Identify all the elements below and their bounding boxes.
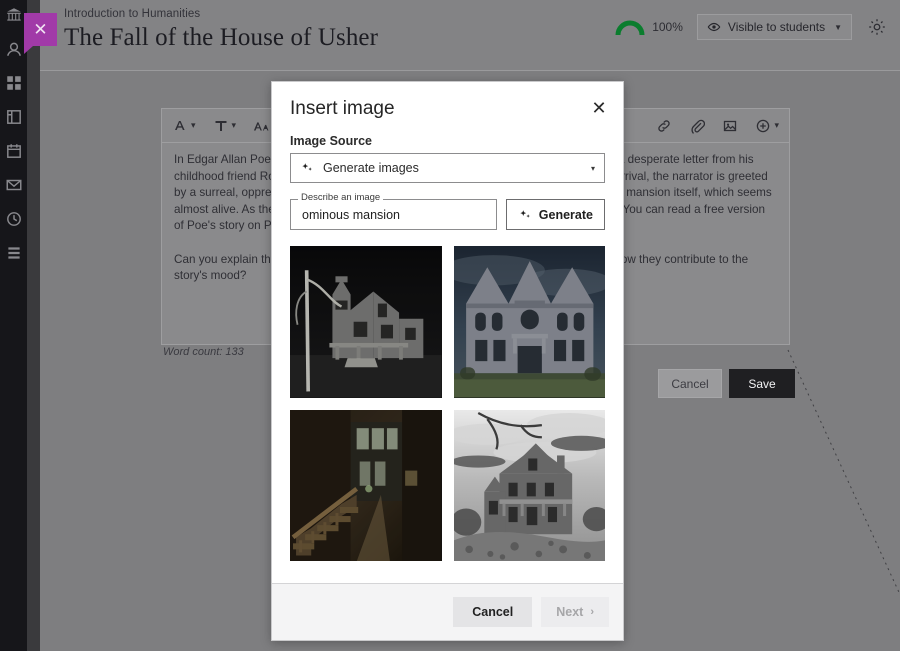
course-nav-strip	[27, 0, 40, 651]
chevron-down-icon: ▼	[834, 22, 842, 32]
global-nav-rail[interactable]	[0, 0, 27, 651]
prompt-row: Describe an image Generate	[290, 193, 605, 230]
screen: Introduction to Humanities The Fall of t…	[0, 0, 900, 651]
close-bubble-button[interactable]: ✕	[24, 13, 57, 54]
breadcrumb[interactable]: Introduction to Humanities	[64, 8, 200, 20]
add-content-icon[interactable]: ▾	[755, 118, 779, 134]
chevron-down-icon: ▾	[774, 120, 779, 130]
eye-icon	[707, 22, 721, 32]
generated-image-0[interactable]	[290, 246, 442, 398]
chevron-down-icon: ▾	[231, 120, 237, 130]
courses-icon[interactable]	[5, 108, 23, 126]
text-format-icon[interactable]: ▾	[213, 118, 237, 134]
image-source-select[interactable]: Generate images ▾	[290, 153, 605, 183]
chevron-right-icon: ›	[590, 606, 594, 618]
image-source-value: Generate images	[323, 161, 419, 175]
attachment-icon[interactable]	[689, 118, 706, 134]
header-actions: 100% Visible to students ▼	[615, 14, 888, 40]
institution-icon[interactable]	[5, 6, 23, 24]
gear-icon[interactable]	[866, 16, 888, 38]
dashboard-icon[interactable]	[5, 74, 23, 92]
page-cancel-button[interactable]: Cancel	[658, 369, 722, 398]
describe-image-input[interactable]	[300, 206, 487, 223]
next-label: Next	[556, 605, 584, 619]
dialog-next-button[interactable]: Next ›	[541, 597, 609, 627]
dialog-title: Insert image	[290, 98, 395, 119]
dialog-body: Image Source Generate images ▾ Describe …	[272, 120, 623, 583]
profile-icon[interactable]	[5, 40, 23, 58]
visibility-label: Visible to students	[727, 20, 826, 34]
describe-image-label: Describe an image	[298, 193, 384, 203]
close-icon: ✕	[33, 20, 48, 39]
inbox-icon[interactable]	[5, 176, 23, 194]
page-header: Introduction to Humanities The Fall of t…	[40, 0, 900, 71]
text-style-icon[interactable]: ▾	[172, 118, 196, 134]
calendar-icon[interactable]	[5, 142, 23, 160]
close-icon[interactable]: ✕	[587, 96, 611, 120]
font-size-icon[interactable]	[253, 118, 271, 134]
page-title: The Fall of the House of Usher	[64, 24, 379, 51]
generated-images-grid	[290, 246, 605, 561]
generate-label: Generate	[538, 207, 593, 222]
progress-arc-icon	[615, 20, 645, 36]
chevron-down-icon: ▾	[191, 120, 196, 130]
describe-image-field[interactable]: Describe an image	[290, 193, 497, 230]
image-source-label: Image Source	[290, 134, 372, 148]
sparkle-icon	[518, 208, 532, 222]
visibility-dropdown[interactable]: Visible to students ▼	[696, 14, 852, 40]
help-icon[interactable]	[5, 244, 23, 262]
dialog-footer: Cancel Next ›	[272, 583, 623, 640]
link-icon[interactable]	[656, 118, 672, 134]
dialog-header: Insert image ✕	[272, 82, 623, 120]
image-icon[interactable]	[722, 118, 738, 134]
generated-image-2[interactable]	[290, 409, 442, 561]
sparkle-icon	[300, 161, 314, 175]
page-actions: Cancel Save	[658, 369, 795, 398]
dialog-cancel-button[interactable]: Cancel	[453, 597, 533, 627]
page-save-button[interactable]: Save	[729, 369, 795, 398]
progress-percent: 100%	[652, 20, 683, 34]
history-icon[interactable]	[5, 210, 23, 228]
progress-gauge: 100%	[615, 17, 683, 37]
insert-image-dialog: Insert image ✕ Image Source Generate ima…	[271, 81, 624, 641]
generate-button[interactable]: Generate	[505, 199, 605, 230]
word-count: Word count: 133	[163, 346, 244, 358]
chevron-down-icon: ▾	[590, 163, 595, 173]
generated-image-3[interactable]	[453, 409, 605, 561]
generated-image-1[interactable]	[453, 246, 605, 398]
